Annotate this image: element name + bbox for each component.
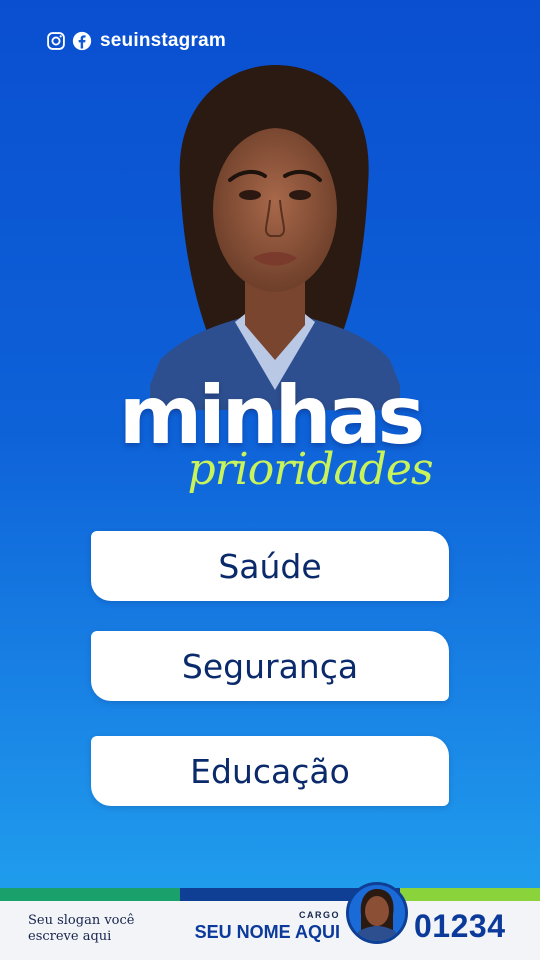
priority-label: Segurança: [181, 646, 359, 686]
title-prioridades: prioridades: [187, 444, 433, 495]
priority-card-seguranca: Segurança: [91, 631, 449, 701]
candidate-name: SEU NOME AQUI: [194, 922, 340, 942]
priority-card-saude: Saúde: [91, 531, 449, 601]
avatar-image: [349, 885, 405, 941]
slogan-text: Seu slogan você escreve aqui: [28, 913, 135, 944]
footer-stripe-green: [0, 888, 180, 901]
facebook-icon: [72, 31, 92, 51]
instagram-handle: seuinstagram: [100, 30, 226, 51]
candidate-avatar: [346, 882, 408, 944]
priority-card-educacao: Educação: [91, 736, 449, 806]
candidate-number: 01234: [414, 908, 506, 944]
priority-label: Saúde: [218, 546, 322, 586]
social-header: seuinstagram: [46, 30, 226, 52]
candidate-portrait: [150, 65, 400, 410]
instagram-icon: [47, 32, 65, 50]
priority-label: Educação: [190, 751, 350, 791]
campaign-poster: seuinstagram minhas prioridades Saúde Se…: [0, 0, 540, 960]
cargo-label: CARGO: [299, 910, 340, 920]
footer-stripe-lime: [400, 888, 540, 901]
